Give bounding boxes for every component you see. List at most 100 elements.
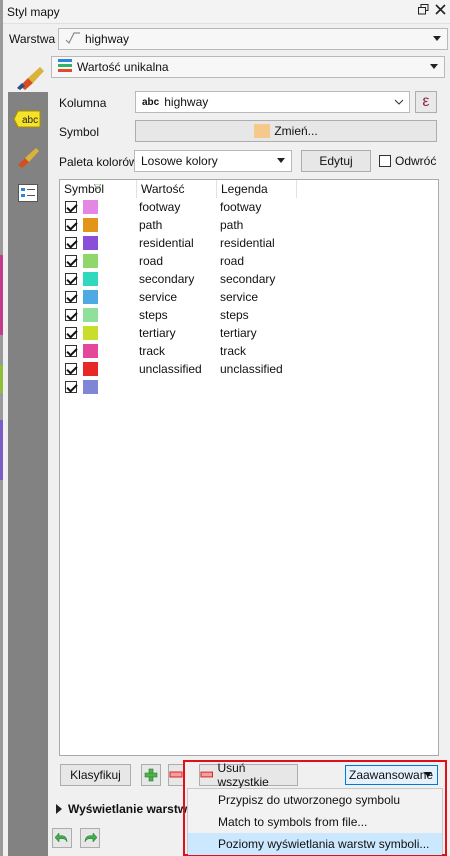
column-field[interactable]: abc highway <box>135 91 410 113</box>
row-legend[interactable]: path <box>220 218 243 232</box>
row-checkbox[interactable] <box>65 219 77 231</box>
symbol-swatch[interactable] <box>83 272 98 286</box>
dock-title-bar: Styl mapy <box>3 0 450 24</box>
layer-value: highway <box>85 32 130 46</box>
row-legend[interactable]: secondary <box>220 272 275 286</box>
menu-item-match-from-file[interactable]: Match to symbols from file... <box>188 811 442 833</box>
symbol-swatch[interactable] <box>83 218 98 232</box>
menu-item-symbol-levels[interactable]: Poziomy wyświetlania warstw symboli... <box>188 833 442 855</box>
row-legend[interactable]: footway <box>220 200 261 214</box>
chevron-down-icon <box>430 64 438 69</box>
row-value[interactable]: service <box>139 290 177 304</box>
edge-color-1 <box>0 255 3 335</box>
row-value[interactable]: path <box>139 218 162 232</box>
row-legend[interactable]: service <box>220 290 258 304</box>
redo-icon[interactable] <box>80 828 100 848</box>
row-value[interactable]: residential <box>139 236 194 250</box>
categorized-icon <box>58 59 72 75</box>
row-checkbox[interactable] <box>65 345 77 357</box>
edge-color-2 <box>0 365 3 393</box>
row-legend[interactable]: road <box>220 254 244 268</box>
chevron-down-icon <box>394 96 404 110</box>
invert-label: Odwróć <box>395 154 437 168</box>
row-value[interactable]: unclassified <box>139 362 202 376</box>
row-value[interactable]: road <box>139 254 163 268</box>
symbol-swatch[interactable] <box>83 326 98 340</box>
renderer-select[interactable]: Wartość unikalna <box>51 56 445 78</box>
header-legend[interactable]: Legenda <box>217 180 297 198</box>
row-value[interactable]: steps <box>139 308 168 322</box>
table-row[interactable]: track track <box>60 342 438 360</box>
table-row[interactable]: steps steps <box>60 306 438 324</box>
table-row[interactable]: unclassified unclassified <box>60 360 438 378</box>
row-value[interactable]: secondary <box>139 272 194 286</box>
row-value[interactable]: tertiary <box>139 326 176 340</box>
invert-checkbox[interactable]: Odwróć <box>379 154 436 168</box>
menu-item-assign-symbol[interactable]: Przypisz do utworzonego symbolu <box>188 789 442 811</box>
symbol-swatch[interactable] <box>83 236 98 250</box>
symbol-swatch[interactable] <box>83 254 98 268</box>
layer-rendering-section[interactable]: Wyświetlanie warstw <box>56 802 187 816</box>
row-checkbox[interactable] <box>65 255 77 267</box>
row-checkbox[interactable] <box>65 363 77 375</box>
categories-table[interactable]: Symbol Wartość Legenda footway footway pat… <box>59 179 439 756</box>
table-row[interactable]: path path <box>60 216 438 234</box>
undo-icon[interactable] <box>52 828 72 848</box>
paint-brush-icon[interactable] <box>16 64 46 90</box>
row-checkbox[interactable] <box>65 201 77 213</box>
row-value[interactable]: track <box>139 344 165 358</box>
sort-indicator-icon <box>93 178 102 192</box>
style-tab[interactable] <box>12 144 44 170</box>
expression-button[interactable]: ε <box>415 91 437 113</box>
float-icon[interactable] <box>418 3 429 18</box>
row-legend[interactable]: track <box>220 344 246 358</box>
row-value[interactable]: footway <box>139 200 180 214</box>
string-type-icon: abc <box>142 96 160 108</box>
table-row[interactable]: service service <box>60 288 438 306</box>
table-row[interactable]: tertiary tertiary <box>60 324 438 342</box>
window-title: Styl mapy <box>7 4 60 19</box>
row-checkbox[interactable] <box>65 237 77 249</box>
palette-select[interactable]: Losowe kolory <box>134 150 292 172</box>
edge-color-3 <box>0 420 3 480</box>
plus-icon[interactable] <box>141 764 161 786</box>
edit-palette-button[interactable]: Edytuj <box>301 150 371 172</box>
minus-icon[interactable] <box>168 764 184 786</box>
symbol-label: Symbol <box>59 125 100 139</box>
categorized-renderer-panel: Kolumna abc highway ε Symbol Zmień... Pa… <box>48 84 450 856</box>
table-row[interactable] <box>60 378 438 396</box>
row-checkbox[interactable] <box>65 381 77 393</box>
table-row[interactable]: footway footway <box>60 198 438 216</box>
row-legend[interactable]: unclassified <box>220 362 283 376</box>
row-legend[interactable]: residential <box>220 236 275 250</box>
symbol-swatch[interactable] <box>83 362 98 376</box>
column-label: Kolumna <box>59 96 107 110</box>
row-checkbox[interactable] <box>65 327 77 339</box>
labels-tab[interactable]: abc <box>12 106 44 132</box>
header-value[interactable]: Wartość <box>137 180 217 198</box>
row-checkbox[interactable] <box>65 309 77 321</box>
row-legend[interactable]: steps <box>220 308 249 322</box>
classify-button[interactable]: Klasyfikuj <box>60 764 131 786</box>
symbol-swatch[interactable] <box>83 380 98 394</box>
row-legend[interactable]: tertiary <box>220 326 257 340</box>
layer-rendering-label: Wyświetlanie warstw <box>68 802 188 816</box>
row-checkbox[interactable] <box>65 273 77 285</box>
symbol-swatch[interactable] <box>83 344 98 358</box>
fields-tab[interactable] <box>12 180 44 206</box>
close-icon[interactable] <box>435 3 446 18</box>
layer-row: Warstwa highway <box>3 27 450 51</box>
change-label: Zmień... <box>274 124 318 138</box>
symbol-swatch[interactable] <box>83 308 98 322</box>
table-row[interactable]: residential residential <box>60 234 438 252</box>
table-row[interactable]: secondary secondary <box>60 270 438 288</box>
row-checkbox[interactable] <box>65 291 77 303</box>
layer-select[interactable]: highway <box>58 28 448 50</box>
header-symbol[interactable]: Symbol <box>60 180 137 198</box>
chevron-down-icon <box>277 158 285 163</box>
symbol-change-button[interactable]: Zmień... <box>135 120 437 142</box>
invert-check[interactable] <box>379 155 391 167</box>
table-row[interactable]: road road <box>60 252 438 270</box>
symbol-swatch[interactable] <box>83 200 98 214</box>
symbol-swatch[interactable] <box>83 290 98 304</box>
